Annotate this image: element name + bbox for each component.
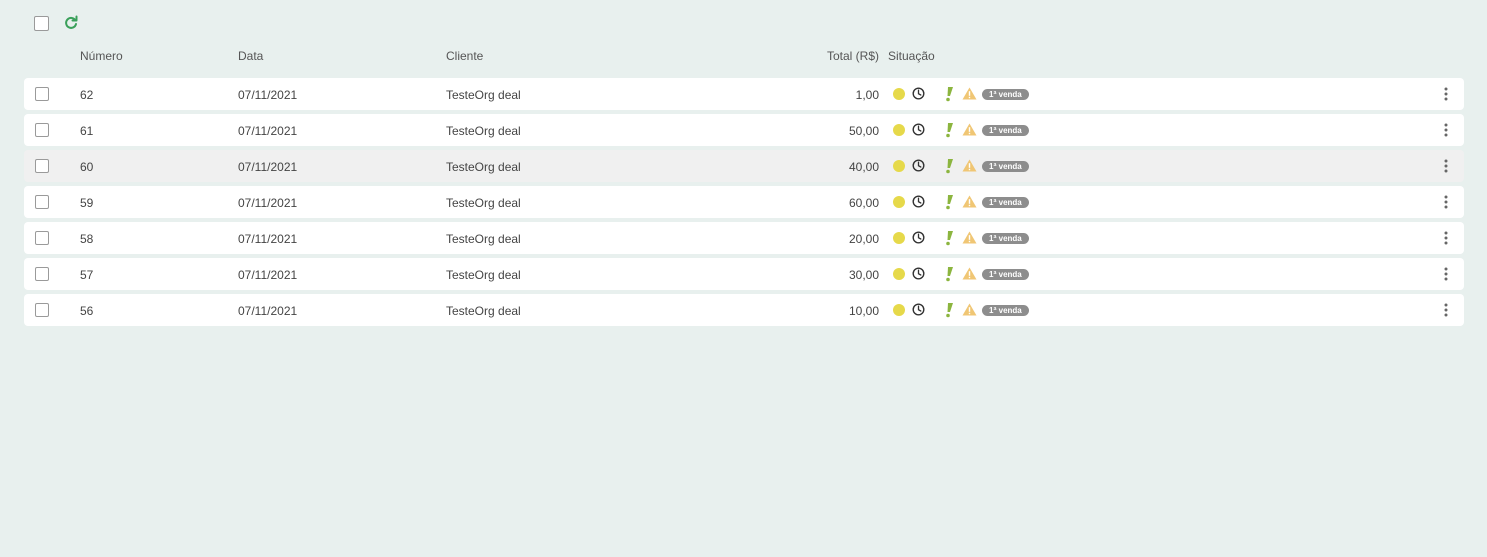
status-dot-icon bbox=[893, 88, 905, 100]
cell-data: 07/11/2021 bbox=[238, 268, 298, 282]
warning-icon bbox=[962, 195, 977, 208]
table-row[interactable]: 56 07/11/2021 TesteOrg deal 10,00 1ª ven… bbox=[24, 294, 1464, 326]
cell-data: 07/11/2021 bbox=[238, 88, 298, 102]
more-options-icon[interactable] bbox=[1442, 303, 1450, 317]
first-sale-badge: 1ª venda bbox=[982, 89, 1029, 100]
cell-data: 07/11/2021 bbox=[238, 196, 298, 210]
column-header-cliente[interactable]: Cliente bbox=[446, 49, 483, 63]
first-sale-badge: 1ª venda bbox=[982, 233, 1029, 244]
first-sale-badge: 1ª venda bbox=[982, 269, 1029, 280]
cell-data: 07/11/2021 bbox=[238, 124, 298, 138]
warning-icon bbox=[962, 159, 977, 172]
cell-numero: 57 bbox=[80, 268, 94, 282]
more-options-icon[interactable] bbox=[1442, 267, 1450, 281]
cell-data: 07/11/2021 bbox=[238, 304, 298, 318]
status-dot-icon bbox=[893, 304, 905, 316]
select-all-checkbox[interactable] bbox=[34, 15, 49, 31]
cell-total: 60,00 bbox=[848, 196, 879, 210]
exclamation-icon bbox=[946, 267, 953, 282]
first-sale-badge: 1ª venda bbox=[982, 305, 1029, 316]
cell-numero: 61 bbox=[80, 124, 94, 138]
table-row[interactable]: 57 07/11/2021 TesteOrg deal 30,00 1ª ven… bbox=[24, 258, 1464, 290]
cell-total: 20,00 bbox=[848, 232, 879, 246]
cell-cliente: TesteOrg deal bbox=[446, 160, 521, 174]
clock-icon bbox=[912, 159, 925, 172]
row-checkbox[interactable] bbox=[35, 123, 49, 137]
first-sale-badge: 1ª venda bbox=[982, 125, 1029, 136]
refresh-icon[interactable] bbox=[63, 15, 79, 31]
table-row[interactable]: 58 07/11/2021 TesteOrg deal 20,00 1ª ven… bbox=[24, 222, 1464, 254]
status-dot-icon bbox=[893, 268, 905, 280]
status-dot-icon bbox=[893, 124, 905, 136]
cell-numero: 56 bbox=[80, 304, 94, 318]
cell-numero: 60 bbox=[80, 160, 94, 174]
row-checkbox[interactable] bbox=[35, 303, 49, 317]
list-toolbar bbox=[34, 15, 79, 31]
warning-icon bbox=[962, 123, 977, 136]
status-dot-icon bbox=[893, 232, 905, 244]
row-checkbox[interactable] bbox=[35, 159, 49, 173]
cell-data: 07/11/2021 bbox=[238, 232, 298, 246]
clock-icon bbox=[912, 123, 925, 136]
cell-total: 50,00 bbox=[848, 124, 879, 138]
cell-cliente: TesteOrg deal bbox=[446, 232, 521, 246]
status-dot-icon bbox=[893, 160, 905, 172]
clock-icon bbox=[912, 303, 925, 316]
warning-icon bbox=[962, 303, 977, 316]
exclamation-icon bbox=[946, 231, 953, 246]
exclamation-icon bbox=[946, 123, 953, 138]
cell-cliente: TesteOrg deal bbox=[446, 268, 521, 282]
cell-total: 1,00 bbox=[855, 88, 879, 102]
warning-icon bbox=[962, 87, 977, 100]
more-options-icon[interactable] bbox=[1442, 159, 1450, 173]
clock-icon bbox=[912, 267, 925, 280]
cell-total: 30,00 bbox=[848, 268, 879, 282]
first-sale-badge: 1ª venda bbox=[982, 197, 1029, 208]
warning-icon bbox=[962, 231, 977, 244]
table-row[interactable]: 60 07/11/2021 TesteOrg deal 40,00 1ª ven… bbox=[24, 150, 1464, 182]
cell-total: 40,00 bbox=[848, 160, 879, 174]
exclamation-icon bbox=[946, 195, 953, 210]
more-options-icon[interactable] bbox=[1442, 87, 1450, 101]
cell-cliente: TesteOrg deal bbox=[446, 196, 521, 210]
column-header-total[interactable]: Total (R$) bbox=[784, 49, 879, 63]
status-dot-icon bbox=[893, 196, 905, 208]
cell-cliente: TesteOrg deal bbox=[446, 304, 521, 318]
exclamation-icon bbox=[946, 87, 953, 102]
clock-icon bbox=[912, 87, 925, 100]
cell-cliente: TesteOrg deal bbox=[446, 88, 521, 102]
clock-icon bbox=[912, 231, 925, 244]
table-row[interactable]: 59 07/11/2021 TesteOrg deal 60,00 1ª ven… bbox=[24, 186, 1464, 218]
orders-table: 62 07/11/2021 TesteOrg deal 1,00 1ª vend… bbox=[24, 78, 1464, 330]
cell-numero: 59 bbox=[80, 196, 94, 210]
column-header-data[interactable]: Data bbox=[238, 49, 263, 63]
table-header: Número Data Cliente Total (R$) Situação bbox=[24, 49, 1464, 65]
cell-total: 10,00 bbox=[848, 304, 879, 318]
exclamation-icon bbox=[946, 303, 953, 318]
cell-numero: 62 bbox=[80, 88, 94, 102]
row-checkbox[interactable] bbox=[35, 87, 49, 101]
row-checkbox[interactable] bbox=[35, 267, 49, 281]
column-header-situacao[interactable]: Situação bbox=[888, 49, 935, 63]
cell-data: 07/11/2021 bbox=[238, 160, 298, 174]
more-options-icon[interactable] bbox=[1442, 195, 1450, 209]
first-sale-badge: 1ª venda bbox=[982, 161, 1029, 172]
table-row[interactable]: 61 07/11/2021 TesteOrg deal 50,00 1ª ven… bbox=[24, 114, 1464, 146]
cell-cliente: TesteOrg deal bbox=[446, 124, 521, 138]
clock-icon bbox=[912, 195, 925, 208]
table-row[interactable]: 62 07/11/2021 TesteOrg deal 1,00 1ª vend… bbox=[24, 78, 1464, 110]
row-checkbox[interactable] bbox=[35, 231, 49, 245]
row-checkbox[interactable] bbox=[35, 195, 49, 209]
warning-icon bbox=[962, 267, 977, 280]
column-header-numero[interactable]: Número bbox=[80, 49, 123, 63]
more-options-icon[interactable] bbox=[1442, 123, 1450, 137]
cell-numero: 58 bbox=[80, 232, 94, 246]
exclamation-icon bbox=[946, 159, 953, 174]
more-options-icon[interactable] bbox=[1442, 231, 1450, 245]
